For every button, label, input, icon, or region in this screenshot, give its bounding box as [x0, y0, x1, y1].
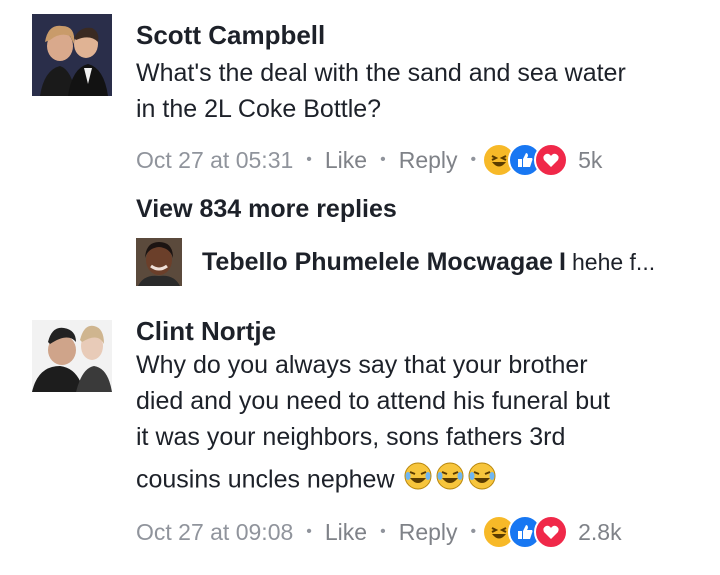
love-icon: [534, 515, 569, 549]
comment-actions: Oct 27 at 05:31 • Like • Reply • 5k: [136, 143, 602, 177]
avatar[interactable]: [32, 14, 112, 96]
comment-text: Why do you always say that your brother …: [136, 347, 696, 501]
reply-button[interactable]: Reply: [399, 147, 458, 174]
reactions[interactable]: [482, 515, 569, 549]
separator-dot: •: [306, 151, 312, 168]
reactions[interactable]: [482, 143, 569, 177]
comment-timestamp[interactable]: Oct 27 at 09:08: [136, 519, 293, 546]
reaction-count[interactable]: 2.8k: [578, 519, 621, 546]
separator-dot: •: [470, 151, 477, 168]
separator-dot: •: [470, 523, 477, 540]
reply-separator: I: [559, 247, 566, 276]
comment-text-line: Why do you always say that your brother: [136, 351, 588, 379]
reply-text: hehe f...: [571, 248, 656, 275]
separator-dot: •: [380, 151, 386, 168]
comment-text-line: died and you need to attend his funeral …: [136, 387, 610, 415]
reaction-count[interactable]: 5k: [578, 147, 602, 174]
separator-dot: •: [306, 523, 312, 540]
reply-button[interactable]: Reply: [399, 519, 458, 546]
crying-laughing-emoji: [403, 461, 433, 501]
view-more-replies[interactable]: View 834 more replies: [136, 195, 397, 224]
separator-dot: •: [380, 523, 386, 540]
crying-laughing-emoji: [467, 461, 497, 501]
love-icon: [534, 143, 569, 177]
reply-preview[interactable]: Tebello Phumelele Mocwagae I hehe f...: [136, 238, 655, 286]
crying-laughing-emoji: [435, 461, 465, 501]
comment-text-line: cousins uncles nephew: [136, 465, 395, 494]
comment-author[interactable]: Clint Nortje: [136, 316, 276, 347]
avatar[interactable]: [32, 310, 112, 392]
reply-author[interactable]: Tebello Phumelele Mocwagae: [202, 248, 553, 277]
like-button[interactable]: Like: [325, 519, 367, 546]
comment-author[interactable]: Scott Campbell: [136, 20, 325, 51]
comment-text: What's the deal with the sand and sea wa…: [136, 59, 626, 123]
comment-actions: Oct 27 at 09:08 • Like • Reply • 2.8k: [136, 515, 622, 549]
like-button[interactable]: Like: [325, 147, 367, 174]
avatar[interactable]: [136, 238, 182, 286]
comment-timestamp[interactable]: Oct 27 at 05:31: [136, 147, 293, 174]
comment-text-line: it was your neighbors, sons fathers 3rd: [136, 423, 566, 451]
